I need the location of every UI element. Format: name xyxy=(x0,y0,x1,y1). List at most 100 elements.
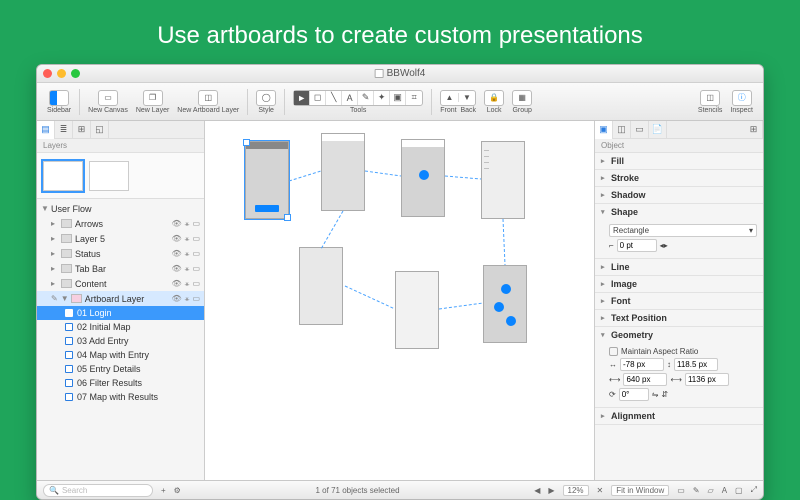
shape-section[interactable]: ▾Shape xyxy=(595,204,763,220)
artboard-layer-row[interactable]: ✎▼Artboard Layer👁⚹▭ xyxy=(37,291,204,306)
artboard-entry-details[interactable] xyxy=(299,247,343,325)
outline-tab-icon[interactable]: ≣ xyxy=(55,121,73,139)
next-icon[interactable]: ▶ xyxy=(548,486,554,495)
sidebar-toggle[interactable]: Sidebar xyxy=(43,90,75,114)
alignment-section[interactable]: ▸Alignment xyxy=(595,408,763,424)
zoom-icon[interactable] xyxy=(71,69,80,78)
y-input[interactable] xyxy=(674,358,718,371)
group-button[interactable]: ▦ Group xyxy=(508,90,536,114)
traffic-lights xyxy=(43,69,80,78)
artboard-filter-results[interactable] xyxy=(395,271,439,349)
canvas-preview[interactable] xyxy=(37,153,204,199)
layers-header: Layers xyxy=(37,139,204,153)
stroke-section[interactable]: ▸Stroke xyxy=(595,170,763,186)
h-input[interactable] xyxy=(685,373,729,386)
object-tab-icon[interactable]: ▣ xyxy=(595,121,613,139)
front-back-buttons[interactable]: ▲▼ Front Back xyxy=(436,90,480,114)
canvas-thumb-2[interactable] xyxy=(89,161,129,191)
presentation-icon[interactable]: ▭ xyxy=(677,486,685,495)
grid-view-icon[interactable]: ⊞ xyxy=(745,121,763,139)
front-icon[interactable]: ▲ xyxy=(441,93,459,102)
artboard-login[interactable] xyxy=(245,141,289,219)
artboard-map-with-results[interactable] xyxy=(483,265,527,343)
gear-icon[interactable]: ⚙ xyxy=(174,486,181,495)
crop-tool-icon[interactable]: ▣ xyxy=(390,91,406,105)
close-icon[interactable] xyxy=(43,69,52,78)
prev-icon[interactable]: ◀ xyxy=(534,486,540,495)
expand-icon[interactable]: ⤢ xyxy=(751,485,757,495)
fill-section[interactable]: ▸Fill xyxy=(595,153,763,169)
selection-tab-icon[interactable]: ◱ xyxy=(91,121,109,139)
artboard-item[interactable]: 07 Map with Results xyxy=(37,390,204,404)
artboard-add-entry[interactable] xyxy=(401,139,445,217)
layer-row[interactable]: ▸Status👁⚹▭ xyxy=(37,246,204,261)
corner-radius-input[interactable] xyxy=(617,239,657,252)
guides-tab-icon[interactable]: ⊞ xyxy=(73,121,91,139)
zoom-value[interactable]: 12% xyxy=(563,485,589,496)
text-tool-icon[interactable]: A xyxy=(342,91,358,105)
geometry-section[interactable]: ▾Geometry xyxy=(595,327,763,343)
add-icon[interactable]: + xyxy=(161,486,166,495)
visibility-icon[interactable]: 👁 xyxy=(171,219,181,228)
selection-status: 1 of 71 objects selected xyxy=(316,486,400,495)
tools-cluster[interactable]: ► ◻ ╲ A ✎ ✦ ▣ ⌗ Tools xyxy=(289,90,427,114)
canvas-tab-icon[interactable]: ▭ xyxy=(631,121,649,139)
lock-icon[interactable]: ⚹ xyxy=(185,219,190,229)
artboard-map-with-entry[interactable]: ———— xyxy=(481,141,525,219)
artboard-item[interactable]: 02 Initial Map xyxy=(37,320,204,334)
image-section[interactable]: ▸Image xyxy=(595,276,763,292)
layer-row[interactable]: ▸Layer 5👁⚹▭ xyxy=(37,231,204,246)
search-field[interactable]: 🔍Search xyxy=(43,484,153,497)
document-tab-icon[interactable]: 📄 xyxy=(649,121,667,139)
layer-icon: ❐ xyxy=(143,90,163,106)
properties-tab-icon[interactable]: ◫ xyxy=(613,121,631,139)
stencils-button[interactable]: ◫ Stencils xyxy=(694,90,727,114)
minimize-icon[interactable] xyxy=(57,69,66,78)
aspect-ratio-checkbox[interactable] xyxy=(609,347,618,356)
pen-tool-icon[interactable]: ✎ xyxy=(358,91,374,105)
canvas-thumb-1[interactable] xyxy=(43,161,83,191)
search-icon: 🔍 xyxy=(49,486,59,495)
point-tool-icon[interactable]: ✦ xyxy=(374,91,390,105)
selection-tool-icon[interactable]: ► xyxy=(294,91,310,105)
layers-tab-icon[interactable]: ▤ xyxy=(37,121,55,139)
shape-type-select[interactable]: Rectangle▾ xyxy=(609,224,757,237)
shadow-section[interactable]: ▸Shadow xyxy=(595,187,763,203)
canvas-row[interactable]: ▼User Flow xyxy=(37,201,204,216)
style-button[interactable]: ◯ Style xyxy=(252,90,280,114)
line-section[interactable]: ▸Line xyxy=(595,259,763,275)
w-input[interactable] xyxy=(623,373,667,386)
canvas[interactable]: ———— xyxy=(205,121,595,480)
layer-row[interactable]: ▸Content👁⚹▭ xyxy=(37,276,204,291)
inspect-button[interactable]: ⓘ Inspect xyxy=(726,90,757,114)
x-input[interactable] xyxy=(620,358,664,371)
layer-row[interactable]: ▸Arrows👁⚹▭ xyxy=(37,216,204,231)
artboard-initial-map[interactable] xyxy=(321,133,365,211)
text-icon[interactable]: A xyxy=(722,486,727,495)
bounds-icon[interactable]: ▢ xyxy=(735,486,743,495)
lock-button[interactable]: 🔒 Lock xyxy=(480,90,508,114)
artboard-item[interactable]: 06 Filter Results xyxy=(37,376,204,390)
back-icon[interactable]: ▼ xyxy=(459,93,476,102)
edit-icon[interactable]: ✎ xyxy=(693,486,700,495)
flip-h-icon[interactable]: ⇋ xyxy=(652,390,659,399)
artboard-item[interactable]: 03 Add Entry xyxy=(37,334,204,348)
artboard-item[interactable]: 05 Entry Details xyxy=(37,362,204,376)
line-tool-icon[interactable]: ╲ xyxy=(326,91,342,105)
text-position-section[interactable]: ▸Text Position xyxy=(595,310,763,326)
rotation-input[interactable] xyxy=(619,388,649,401)
artboard-item[interactable]: 04 Map with Entry xyxy=(37,348,204,362)
layer-row[interactable]: ▸Tab Bar👁⚹▭ xyxy=(37,261,204,276)
new-layer-button[interactable]: ❐ New Layer xyxy=(132,90,173,114)
font-section[interactable]: ▸Font xyxy=(595,293,763,309)
stamp-tool-icon[interactable]: ⌗ xyxy=(406,91,422,105)
shape-tool-icon[interactable]: ◻ xyxy=(310,91,326,105)
info-icon: ⓘ xyxy=(732,90,752,106)
new-canvas-button[interactable]: ▭ New Canvas xyxy=(84,90,132,114)
ruler-icon[interactable]: ▱ xyxy=(708,486,714,495)
artboard-item[interactable]: 01 Login xyxy=(37,306,204,320)
print-icon[interactable]: ▭ xyxy=(192,219,200,228)
flip-v-icon[interactable]: ⇵ xyxy=(661,390,668,399)
new-artboard-layer-button[interactable]: ◫ New Artboard Layer xyxy=(173,90,243,114)
fit-menu[interactable]: Fit in Window xyxy=(611,485,669,496)
